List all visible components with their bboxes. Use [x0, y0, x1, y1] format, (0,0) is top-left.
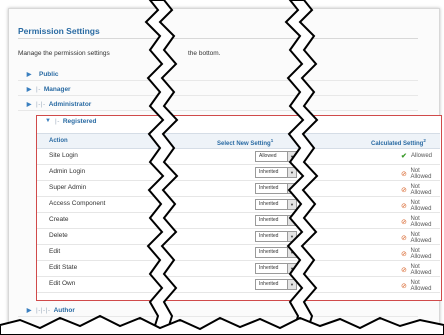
setting-value: Inherited	[259, 249, 279, 255]
group-label: Registered	[62, 117, 97, 125]
triangle-right-icon: ▶	[26, 71, 32, 78]
group-label: Manager	[43, 85, 71, 93]
permission-row: Access Component Inherited ▼ ⊘ Not Allowed	[37, 196, 440, 213]
group-author[interactable]: ▶ |-|-|- Author	[18, 304, 418, 317]
permission-row: Edit Inherited ▼ ⊘ Not Allowed	[37, 244, 440, 261]
setting-value: Inherited	[259, 281, 279, 287]
setting-select[interactable]: Inherited ▼	[255, 167, 297, 178]
permission-row: Edit Own Inherited ▼ ⊘ Not Allowed	[37, 276, 440, 293]
group-label: Administrator	[48, 100, 92, 108]
calculated-setting: ⊘ Not Allowed	[401, 168, 440, 180]
dropdown-arrow-icon[interactable]: ▼	[287, 280, 296, 289]
not-allowed-icon: ⊘	[401, 267, 407, 274]
group-prefix: |-	[55, 117, 60, 125]
calculated-value: Not Allowed	[410, 280, 432, 292]
calculated-setting: ⊘ Not Allowed	[401, 280, 440, 292]
setting-value: Inherited	[259, 265, 279, 271]
action-label: Edit	[49, 248, 61, 255]
panel-description-right: the bottom.	[188, 50, 221, 57]
header-calculated-setting: Calculated Setting2	[371, 138, 426, 147]
dropdown-arrow-icon[interactable]: ▼	[287, 232, 296, 241]
action-label: Edit Own	[49, 280, 76, 287]
group-label: Author	[53, 306, 75, 314]
group-administrator[interactable]: ▶ |-|- Administrator	[18, 98, 418, 111]
group-registered[interactable]: ▼ |- Registered	[37, 115, 440, 127]
setting-value: Inherited	[259, 233, 279, 239]
not-allowed-icon: ⊘	[401, 219, 407, 226]
permission-row: Create Inherited ▼ ⊘ Not Allowed	[37, 212, 440, 229]
dropdown-arrow-icon[interactable]: ▼	[287, 152, 296, 161]
group-label: Public	[39, 70, 59, 78]
action-label: Edit State	[49, 264, 78, 271]
permissions-table-header: Action Select New Setting1 Calculated Se…	[37, 133, 440, 149]
calculated-value: Not Allowed	[410, 216, 432, 228]
group-prefix: |-|-	[36, 100, 46, 108]
calculated-setting: ✔ Allowed	[401, 152, 432, 160]
panel-title: Permission Settings	[18, 26, 100, 36]
action-label: Site Login	[49, 152, 78, 159]
triangle-right-icon: ▶	[26, 307, 32, 314]
not-allowed-icon: ⊘	[401, 235, 407, 242]
header-action: Action	[49, 138, 68, 144]
setting-select[interactable]: Inherited ▼	[255, 263, 297, 274]
setting-select[interactable]: Inherited ▼	[255, 183, 297, 194]
permission-row: Edit State Inherited ▼ ⊘ Not Allowed	[37, 260, 440, 277]
permission-row: Site Login Allowed ▼ ✔ Allowed	[37, 148, 440, 165]
calculated-setting: ⊘ Not Allowed	[401, 264, 440, 276]
setting-select[interactable]: Inherited ▼	[255, 279, 297, 290]
calculated-value: Not Allowed	[410, 168, 432, 180]
title-divider	[18, 38, 418, 39]
setting-value: Inherited	[259, 169, 279, 175]
action-label: Admin Login	[49, 168, 86, 175]
setting-select[interactable]: Inherited ▼	[255, 247, 297, 258]
setting-value: Inherited	[259, 185, 279, 191]
group-public[interactable]: ▶ Public	[18, 68, 418, 81]
setting-select[interactable]: Allowed ▼	[255, 151, 297, 162]
not-allowed-icon: ⊘	[401, 251, 407, 258]
calculated-value: Allowed	[411, 153, 433, 159]
setting-select[interactable]: Inherited ▼	[255, 215, 297, 226]
permission-row: Super Admin Inherited ▼ ⊘ Not Allowed	[37, 180, 440, 197]
calculated-value: Not Allowed	[410, 232, 432, 244]
setting-value: Allowed	[259, 153, 277, 159]
setting-select[interactable]: Inherited ▼	[255, 199, 297, 210]
action-label: Access Component	[49, 200, 106, 207]
header-select-new-setting: Select New Setting1	[217, 138, 274, 147]
calculated-setting: ⊘ Not Allowed	[401, 184, 440, 196]
triangle-down-icon: ▼	[45, 118, 51, 124]
setting-value: Inherited	[259, 217, 279, 223]
calculated-value: Not Allowed	[410, 248, 432, 260]
calculated-value: Not Allowed	[410, 264, 432, 276]
dropdown-arrow-icon[interactable]: ▼	[287, 216, 296, 225]
not-allowed-icon: ⊘	[401, 283, 407, 290]
not-allowed-icon: ⊘	[401, 187, 407, 194]
group-prefix: |-	[36, 85, 41, 93]
group-manager[interactable]: ▶ |- Manager	[18, 83, 418, 96]
calculated-setting: ⊘ Not Allowed	[401, 216, 440, 228]
panel-description-left: Manage the permission settings	[18, 50, 110, 57]
action-label: Create	[49, 216, 69, 223]
triangle-right-icon: ▶	[26, 101, 32, 108]
group-prefix: |-|-|-	[36, 306, 51, 314]
dropdown-arrow-icon[interactable]: ▼	[287, 184, 296, 193]
not-allowed-icon: ⊘	[401, 203, 407, 210]
not-allowed-icon: ⊘	[401, 171, 407, 178]
calculated-value: Not Allowed	[410, 184, 432, 196]
calculated-setting: ⊘ Not Allowed	[401, 248, 440, 260]
dropdown-arrow-icon[interactable]: ▼	[287, 168, 296, 177]
dropdown-arrow-icon[interactable]: ▼	[287, 248, 296, 257]
dropdown-arrow-icon[interactable]: ▼	[287, 200, 296, 209]
permission-row: Delete Inherited ▼ ⊘ Not Allowed	[37, 228, 440, 245]
triangle-right-icon: ▶	[26, 86, 32, 93]
calculated-setting: ⊘ Not Allowed	[401, 232, 440, 244]
permission-row: Admin Login Inherited ▼ ⊘ Not Allowed	[37, 164, 440, 181]
calculated-setting: ⊘ Not Allowed	[401, 200, 440, 212]
calculated-value: Not Allowed	[410, 200, 432, 212]
check-icon: ✔	[401, 153, 407, 160]
dropdown-arrow-icon[interactable]: ▼	[287, 264, 296, 273]
action-label: Delete	[49, 232, 68, 239]
setting-value: Inherited	[259, 201, 279, 207]
action-label: Super Admin	[49, 184, 87, 191]
setting-select[interactable]: Inherited ▼	[255, 231, 297, 242]
